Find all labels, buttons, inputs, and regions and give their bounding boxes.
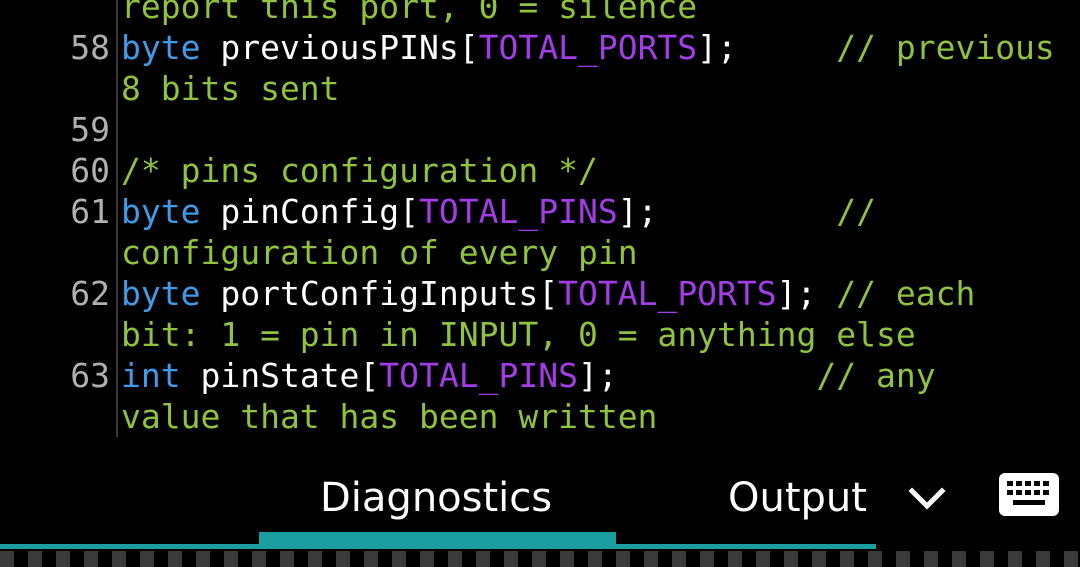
code-token: previousPINs[ <box>220 28 479 67</box>
code-line: byte pinConfig[TOTAL_PINS]; // <box>121 191 876 232</box>
gutter-divider <box>116 0 118 437</box>
tab-indicator-active <box>259 532 616 549</box>
scroll-track <box>0 551 1080 567</box>
line-number: 62 <box>70 274 110 313</box>
code-line: 8 bits sent <box>121 68 340 109</box>
code-token: TOTAL_PINS <box>379 356 578 395</box>
code-line: value that has been written <box>121 396 657 437</box>
code-token: value that has been written <box>121 397 658 436</box>
code-editor[interactable]: report this port, 0 = silence 58 byte prev… <box>0 0 1080 437</box>
code-token: TOTAL_PORTS <box>558 274 777 313</box>
keyboard-icon[interactable] <box>999 473 1059 516</box>
code-token: // each <box>836 274 976 313</box>
code-token: portConfigInputs[ <box>220 274 559 313</box>
code-token: ]; <box>577 356 817 395</box>
code-token: // <box>836 192 877 231</box>
code-token: byte <box>121 28 221 67</box>
code-token: /* pins configuration */ <box>121 151 598 190</box>
code-line: byte portConfigInputs[TOTAL_PORTS]; // e… <box>121 273 975 314</box>
line-number: 61 <box>70 192 110 231</box>
line-number: 59 <box>70 110 110 149</box>
code-token: byte <box>121 192 221 231</box>
code-token: bit: 1 = pin in INPUT, 0 = anything else <box>121 315 916 354</box>
code-token: int <box>121 356 201 395</box>
code-line: report this port, 0 = silence <box>121 0 697 27</box>
code-line: int pinState[TOTAL_PINS]; // any <box>121 355 936 396</box>
code-token: configuration of every pin <box>121 233 638 272</box>
code-line: byte previousPINs[TOTAL_PORTS]; // previ… <box>121 27 1055 68</box>
tab-diagnostics[interactable]: Diagnostics <box>320 475 552 521</box>
code-token: ]; <box>697 28 837 67</box>
code-token: ]; <box>776 274 837 313</box>
code-token: TOTAL_PORTS <box>478 28 698 67</box>
line-number: 58 <box>70 28 110 67</box>
chevron-down-icon[interactable] <box>906 483 948 513</box>
code-token: byte <box>121 274 221 313</box>
code-token: 8 bits sent <box>121 69 340 108</box>
code-token: report this port, 0 = silence <box>121 0 698 26</box>
code-line: /* pins configuration */ <box>121 150 598 191</box>
code-token: ]; <box>617 192 837 231</box>
line-number: 60 <box>70 151 110 190</box>
line-number: 63 <box>70 356 110 395</box>
tab-output[interactable]: Output <box>728 475 867 521</box>
code-token: pinConfig[ <box>220 192 420 231</box>
code-token: TOTAL_PINS <box>419 192 618 231</box>
code-token: // any <box>816 356 936 395</box>
code-line: configuration of every pin <box>121 232 638 273</box>
code-line: bit: 1 = pin in INPUT, 0 = anything else <box>121 314 916 355</box>
code-token: pinState[ <box>200 356 380 395</box>
code-token: // previous <box>836 28 1055 67</box>
